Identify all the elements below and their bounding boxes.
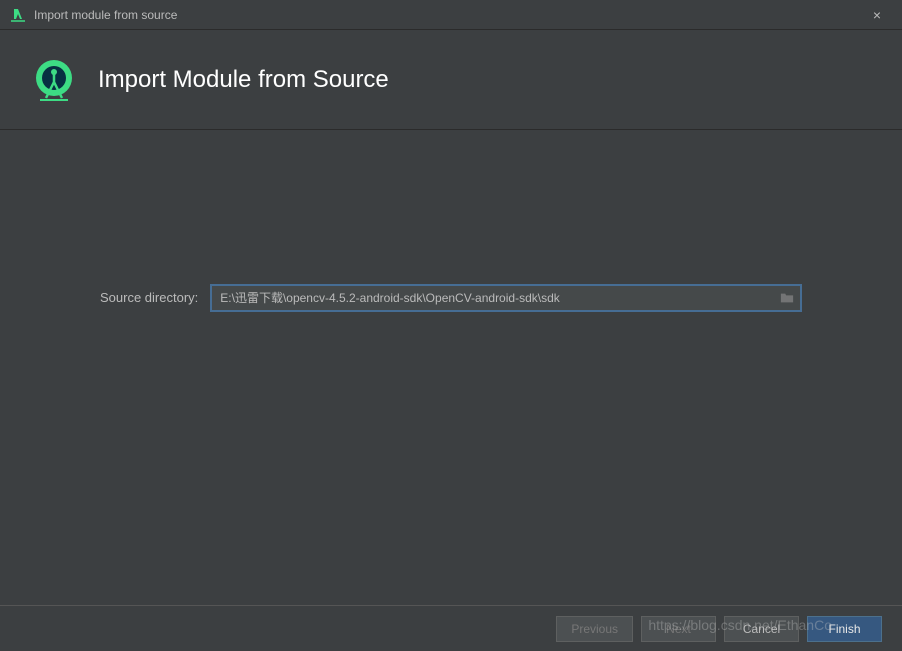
close-icon[interactable]: × [862,7,892,23]
window-title: Import module from source [34,8,862,22]
source-directory-input-wrapper [210,284,802,312]
previous-button[interactable]: Previous [556,616,633,642]
next-button[interactable]: Next [641,616,716,642]
folder-browse-icon[interactable] [774,286,800,310]
android-studio-logo-icon [30,56,78,104]
dialog-content: Source directory: [0,130,902,605]
finish-button[interactable]: Finish [807,616,882,642]
dialog-header: Import Module from Source [0,30,902,130]
page-title: Import Module from Source [98,66,389,94]
dialog-footer: Previous Next Cancel Finish [0,605,902,651]
titlebar: Import module from source × [0,0,902,30]
android-studio-icon [10,7,26,23]
cancel-button[interactable]: Cancel [724,616,799,642]
source-directory-row: Source directory: [100,284,802,312]
source-directory-input[interactable] [212,286,774,310]
source-directory-label: Source directory: [100,290,198,305]
